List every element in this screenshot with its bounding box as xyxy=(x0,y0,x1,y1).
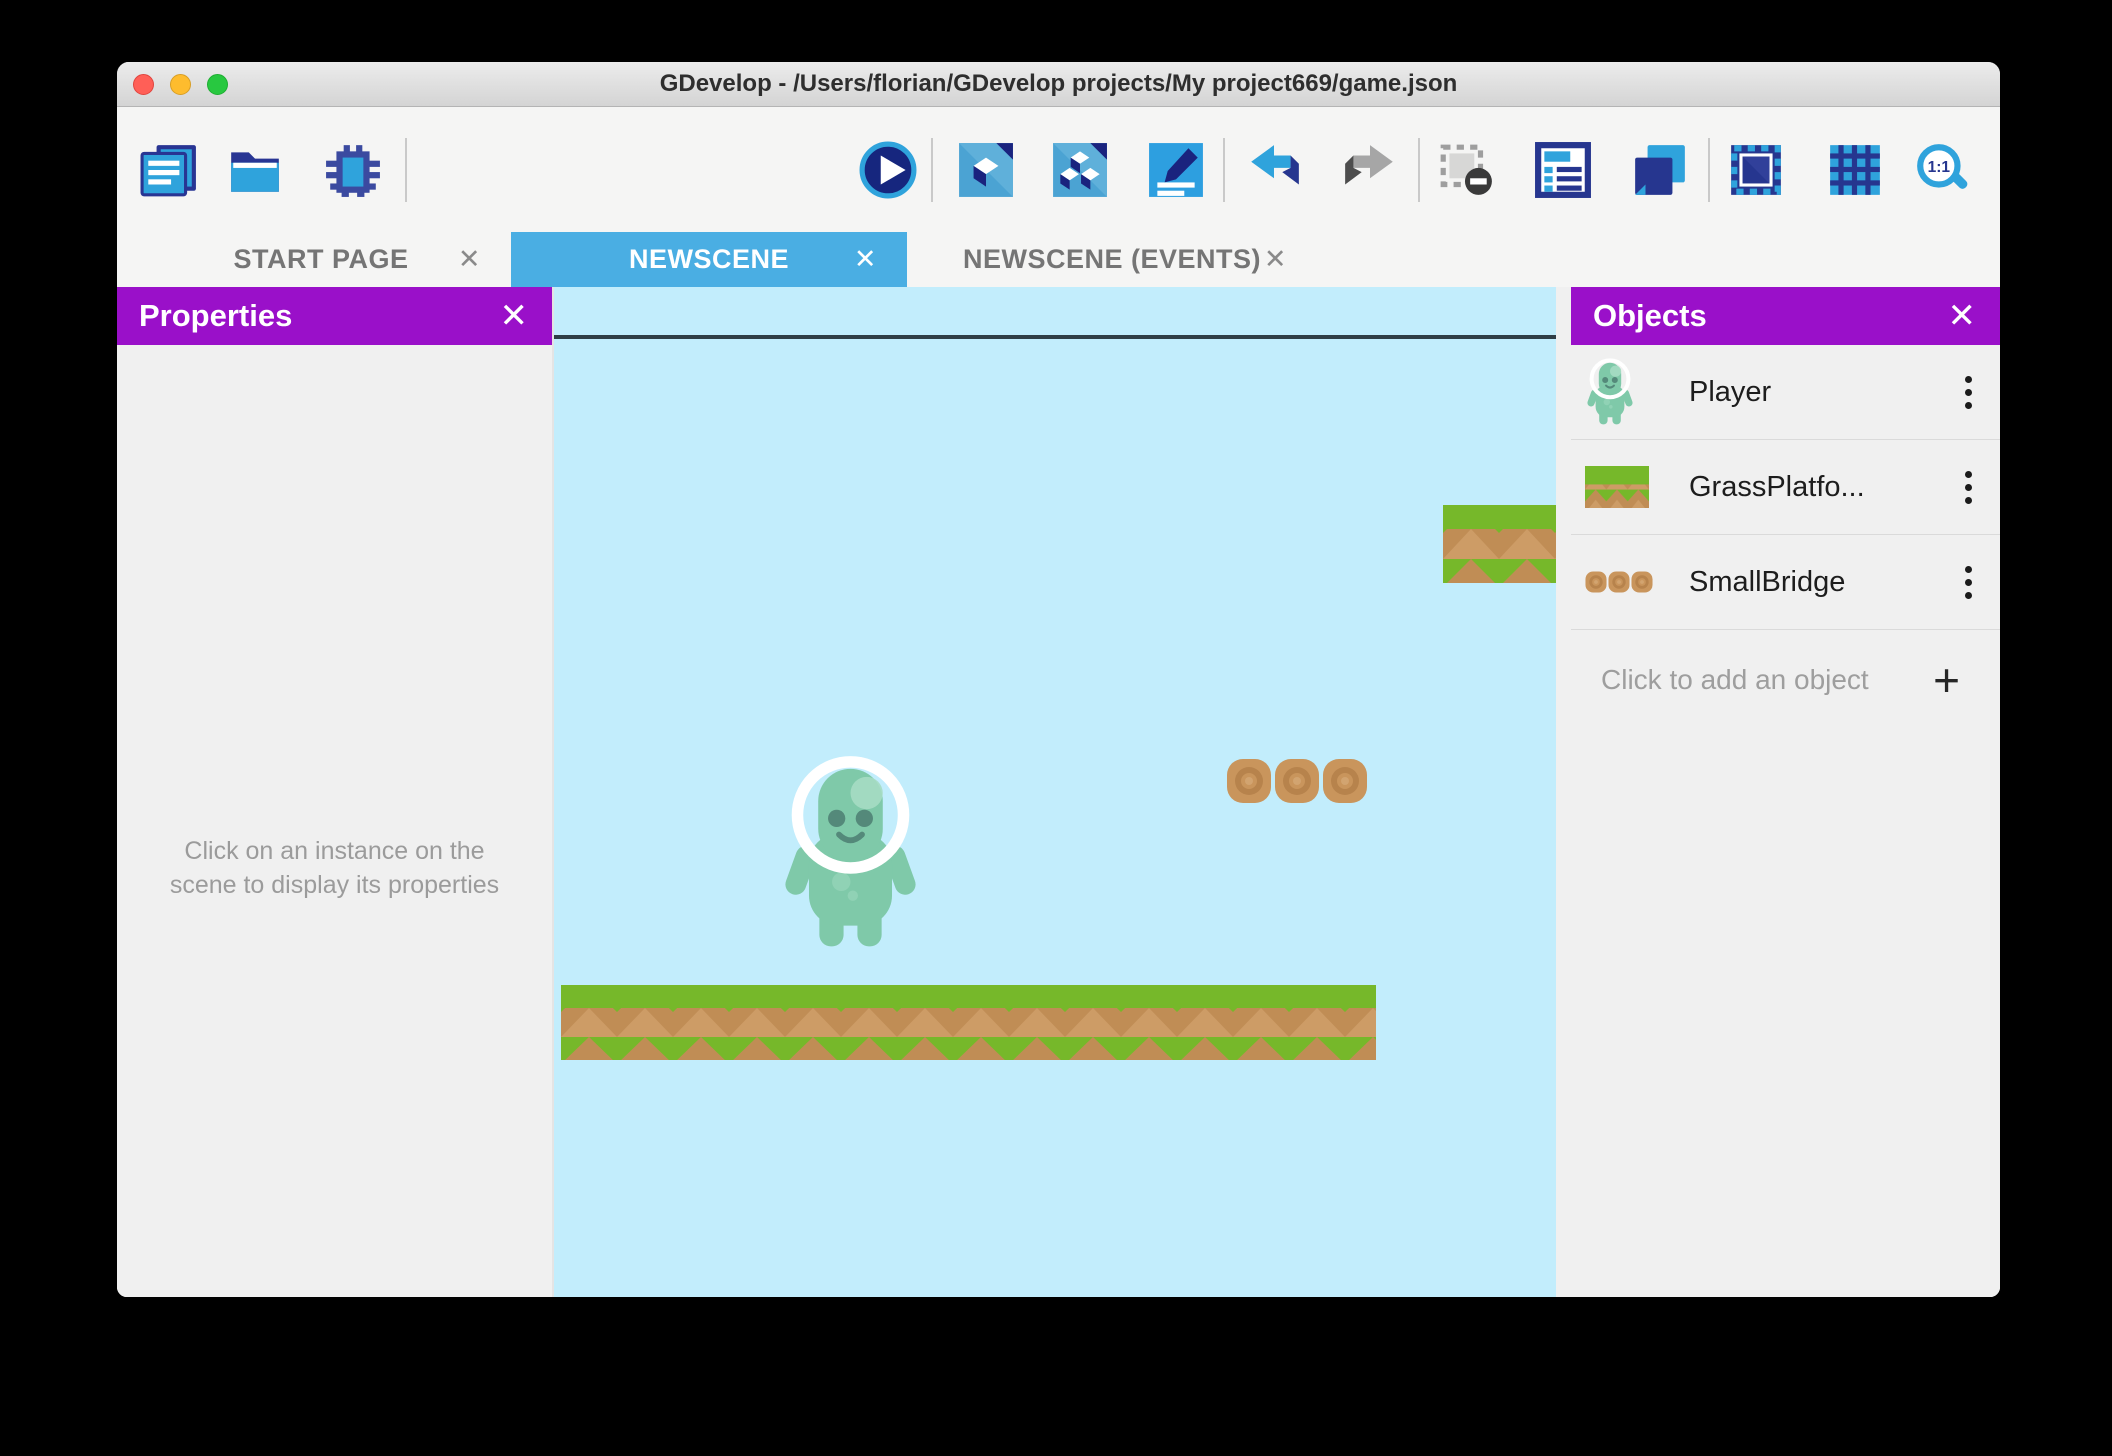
undo-button[interactable] xyxy=(1245,141,1303,199)
window-title: GDevelop - /Users/florian/GDevelop proje… xyxy=(659,70,1458,97)
tab-label: NEWSCENE (EVENTS) xyxy=(962,244,1262,274)
grass-platform-thumb-icon xyxy=(1585,466,1649,508)
zoom-level-text: 1:1 xyxy=(1928,159,1951,176)
object-row-grassplatform[interactable]: GrassPlatfo... xyxy=(1571,440,2000,535)
project-manager-icon xyxy=(140,144,196,196)
object-menu-kebab-icon[interactable] xyxy=(1936,470,2000,504)
small-bridge-thumbnail xyxy=(1585,571,1681,593)
tab-newscene[interactable]: NEWSCENE ✕ xyxy=(511,232,907,287)
object-cube-icon xyxy=(959,142,1013,197)
close-window-button[interactable] xyxy=(133,74,154,95)
instances-list-icon xyxy=(1535,141,1591,198)
log-sprite xyxy=(1322,758,1368,804)
toolbar-separator xyxy=(1418,137,1420,202)
add-object-row: Click to add an object + xyxy=(1571,630,2000,730)
bug-icon xyxy=(326,144,380,197)
object-name: SmallBridge xyxy=(1689,565,1846,598)
objects-groups-button[interactable] xyxy=(1051,141,1109,199)
grass-platform-instance-bottom[interactable] xyxy=(561,985,1376,1060)
object-name: GrassPlatfo... xyxy=(1689,470,1865,503)
grass-platform-sprite xyxy=(561,985,1376,1060)
player-thumbnail xyxy=(1585,358,1681,426)
delete-selection-icon xyxy=(1440,144,1492,195)
close-icon[interactable]: ✕ xyxy=(1948,299,1977,333)
object-menu-kebab-icon[interactable] xyxy=(1936,375,2000,409)
grid-button[interactable] xyxy=(1826,141,1884,199)
grass-platform-instance-top-right[interactable] xyxy=(1443,505,1556,583)
traffic-lights xyxy=(133,74,228,95)
zoom-1-1-icon: 1:1 xyxy=(1917,143,1968,189)
toolbar-separator xyxy=(931,137,933,202)
small-bridge-instance[interactable] xyxy=(1226,758,1368,804)
log-thumb-icon xyxy=(1585,571,1607,593)
log-thumb-icon xyxy=(1608,571,1630,593)
tab-newscene-events[interactable]: NEWSCENE (EVENTS) ✕ xyxy=(907,232,1317,287)
titlebar: GDevelop - /Users/florian/GDevelop proje… xyxy=(117,62,2000,107)
grass-platform-thumbnail xyxy=(1585,466,1681,508)
mask-window-button[interactable] xyxy=(1727,141,1785,199)
add-object-label[interactable]: Click to add an object xyxy=(1601,664,1933,696)
object-menu-kebab-icon[interactable] xyxy=(1936,565,2000,599)
add-object-button[interactable] xyxy=(957,141,1015,199)
project-manager-button[interactable] xyxy=(131,141,207,199)
layers-button[interactable] xyxy=(1631,141,1689,199)
app-window: GDevelop - /Users/florian/GDevelop proje… xyxy=(117,62,2000,1297)
grid-icon xyxy=(1830,144,1880,195)
objects-panel-title: Objects xyxy=(1593,298,1707,333)
main-content: Properties ✕ Click on an instance on the… xyxy=(117,287,2000,1297)
edit-pencil-icon xyxy=(1149,142,1203,197)
zoom-window-button[interactable] xyxy=(207,74,228,95)
object-name: Player xyxy=(1689,375,1772,408)
tab-close-icon[interactable]: ✕ xyxy=(1264,246,1287,273)
object-row-player[interactable]: Player xyxy=(1571,345,2000,440)
play-scene-button[interactable] xyxy=(859,141,917,199)
layers-icon xyxy=(1635,144,1685,195)
minimize-window-button[interactable] xyxy=(170,74,191,95)
properties-hint: Click on an instance on the scene to dis… xyxy=(169,837,500,899)
log-thumb-icon xyxy=(1631,571,1653,593)
tab-bar: START PAGE ✕ NEWSCENE ✕ NEWSCENE (EVENTS… xyxy=(117,232,2000,287)
zoom-1-1-button[interactable]: 1:1 xyxy=(1914,141,1972,199)
open-folder-icon xyxy=(231,151,279,192)
toolbar-separator xyxy=(405,137,407,202)
properties-panel-title: Properties xyxy=(139,298,293,333)
objects-panel-header: Objects ✕ xyxy=(1571,287,2000,345)
open-project-button[interactable] xyxy=(223,141,287,199)
properties-panel: Properties ✕ Click on an instance on the… xyxy=(117,287,554,1297)
mask-icon xyxy=(1731,144,1781,195)
delete-instances-button[interactable] xyxy=(1437,141,1495,199)
redo-button[interactable] xyxy=(1341,141,1399,199)
scene-canvas[interactable] xyxy=(554,287,1556,1297)
debugger-button[interactable] xyxy=(321,141,385,199)
tab-start-page[interactable]: START PAGE ✕ xyxy=(131,232,511,287)
scene-window-border xyxy=(554,335,1556,339)
instances-list-button[interactable] xyxy=(1534,141,1592,199)
player-instance[interactable] xyxy=(778,755,923,951)
redo-icon xyxy=(1345,144,1393,184)
grass-platform-sprite xyxy=(1443,505,1556,583)
player-sprite xyxy=(778,755,923,951)
close-icon[interactable]: ✕ xyxy=(500,299,529,333)
edit-scene-properties-button[interactable] xyxy=(1147,141,1205,199)
tab-close-icon[interactable]: ✕ xyxy=(854,246,877,273)
toolbar: 1:1 xyxy=(117,107,2000,232)
tab-label: START PAGE xyxy=(233,244,409,274)
objects-groups-icon xyxy=(1053,142,1107,197)
tab-close-icon[interactable]: ✕ xyxy=(458,246,481,273)
play-icon xyxy=(859,141,917,198)
player-thumb-icon xyxy=(1585,358,1635,426)
undo-icon xyxy=(1251,144,1299,184)
object-row-smallbridge[interactable]: SmallBridge xyxy=(1571,535,2000,630)
log-sprite xyxy=(1274,758,1320,804)
add-object-plus-icon[interactable]: + xyxy=(1933,657,1960,703)
objects-panel: Objects ✕ Player GrassPlatfo... SmallBri… xyxy=(1571,287,2000,1297)
toolbar-separator xyxy=(1708,137,1710,202)
toolbar-separator xyxy=(1223,137,1225,202)
log-sprite xyxy=(1226,758,1272,804)
properties-panel-header: Properties ✕ xyxy=(117,287,552,345)
tab-label: NEWSCENE xyxy=(628,244,789,274)
